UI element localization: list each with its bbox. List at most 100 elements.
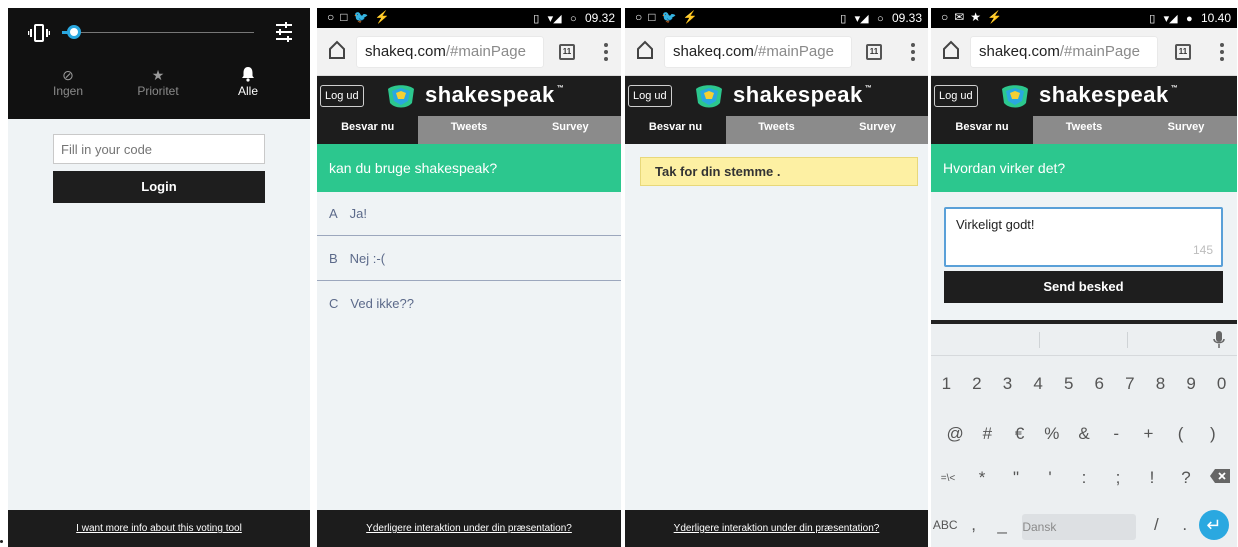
key[interactable]: 7 [1115, 374, 1146, 394]
tab-survey[interactable]: Survey [519, 116, 621, 144]
send-message-button[interactable]: Send besked [944, 271, 1223, 303]
url-path: /#mainPage [445, 43, 526, 60]
vibrate-icon[interactable] [28, 22, 50, 44]
key[interactable]: : [1067, 468, 1101, 490]
url-field[interactable]: shakeq.com/#mainPage [665, 37, 851, 67]
login-button[interactable]: Login [53, 171, 265, 203]
suggestion-separator [1127, 332, 1128, 348]
backspace-icon[interactable] [1203, 468, 1237, 490]
suggestion-separator [1039, 332, 1040, 348]
notification-icons: ○□🐦⚡ [635, 10, 704, 24]
home-icon[interactable] [941, 40, 961, 60]
key[interactable]: & [1068, 424, 1100, 444]
answer-option-c[interactable]: C Ved ikke?? [317, 282, 621, 326]
logout-button[interactable]: Log ud [628, 85, 672, 107]
answer-option-a[interactable]: A Ja! [317, 192, 621, 236]
logout-button[interactable]: Log ud [934, 85, 978, 107]
key[interactable]: @ [939, 424, 971, 444]
volume-slider-thumb[interactable] [66, 25, 81, 39]
mode-priority[interactable]: ★ Prioritet [118, 66, 198, 98]
status-time: 09.32 [584, 11, 615, 25]
tab-answer-now[interactable]: Besvar nu [625, 116, 726, 144]
url-host: shakeq.com [673, 43, 754, 60]
key[interactable]: - [1100, 424, 1132, 444]
keyboard-row-bottom: ABC , _ Dansk / . ↵ [931, 510, 1237, 540]
logout-button[interactable]: Log ud [320, 85, 364, 107]
underscore-key[interactable]: _ [988, 515, 1016, 535]
key[interactable]: ; [1101, 468, 1135, 490]
footer-link[interactable]: Yderligere interaktion under din præsent… [317, 510, 621, 547]
home-icon[interactable] [327, 40, 347, 60]
tab-survey[interactable]: Survey [827, 116, 928, 144]
keyboard-row-symbols: @ # € % & - + ( ) [931, 424, 1237, 444]
overflow-menu-icon[interactable] [910, 41, 916, 63]
key[interactable]: 6 [1084, 374, 1115, 394]
interruption-modes: ⊘ Ingen ★ Prioritet Alle [8, 66, 310, 110]
app-header: Log ud shakespeak ™ [931, 76, 1237, 116]
url-field[interactable]: shakeq.com/#mainPage [357, 37, 543, 67]
key[interactable]: % [1036, 424, 1068, 444]
key[interactable]: ? [1169, 468, 1203, 490]
period-key[interactable]: . [1171, 515, 1199, 535]
key[interactable]: 3 [992, 374, 1023, 394]
tab-answer-now[interactable]: Besvar nu [931, 116, 1033, 144]
tab-tweets[interactable]: Tweets [418, 116, 520, 144]
key[interactable]: 1 [931, 374, 962, 394]
tab-tweets[interactable]: Tweets [726, 116, 827, 144]
vibrate-status-icon: ▯ [1149, 13, 1156, 25]
microphone-icon[interactable] [1213, 331, 1225, 349]
key[interactable]: 5 [1053, 374, 1084, 394]
overflow-menu-icon[interactable] [603, 41, 609, 63]
code-input[interactable] [53, 134, 265, 164]
comma-key[interactable]: , [959, 515, 987, 535]
block-icon: ⊘ [62, 67, 74, 83]
key[interactable]: 0 [1206, 374, 1237, 394]
key[interactable]: ( [1165, 424, 1197, 444]
footer-link[interactable]: I want more info about this voting tool [8, 510, 310, 547]
home-icon[interactable] [635, 40, 655, 60]
abc-key[interactable]: ABC [931, 518, 959, 532]
key[interactable]: " [999, 468, 1033, 490]
tab-switcher-button[interactable]: 11 [559, 44, 575, 60]
more-symbols-key[interactable]: =\< [931, 468, 965, 490]
footer-link[interactable]: Yderligere interaktion under din præsent… [625, 510, 928, 547]
url-field[interactable]: shakeq.com/#mainPage [971, 37, 1157, 67]
key[interactable]: 4 [1023, 374, 1054, 394]
tab-switcher-button[interactable]: 11 [1175, 44, 1191, 60]
bell-icon [208, 66, 288, 84]
mode-all[interactable]: Alle [208, 66, 288, 98]
browser-toolbar: shakeq.com/#mainPage 11 [317, 28, 621, 76]
space-key[interactable]: Dansk [1022, 514, 1137, 540]
status-right: ▯ ▾◢ ○ 09.33 [840, 11, 922, 25]
notification-icons: ○✉★⚡ [941, 10, 1009, 24]
key[interactable]: 9 [1176, 374, 1207, 394]
tab-survey[interactable]: Survey [1135, 116, 1237, 144]
enter-icon[interactable]: ↵ [1198, 510, 1229, 540]
key[interactable]: 8 [1145, 374, 1176, 394]
key[interactable]: 2 [962, 374, 993, 394]
tab-tweets[interactable]: Tweets [1033, 116, 1135, 144]
answer-textarea[interactable]: Virkeligt godt! 145 [944, 207, 1223, 267]
mode-label: Prioritet [137, 84, 179, 98]
key[interactable]: # [971, 424, 1003, 444]
key[interactable]: + [1132, 424, 1164, 444]
wifi-icon: ▾◢ [1163, 13, 1178, 25]
key[interactable]: ! [1135, 468, 1169, 490]
option-text: Ja! [349, 206, 368, 221]
trademark: ™ [1170, 85, 1179, 92]
status-bar: ○✉★⚡ ▯ ▾◢ ● 10.40 [931, 8, 1237, 28]
answer-option-b[interactable]: B Nej :-( [317, 237, 621, 281]
key[interactable]: ' [1033, 468, 1067, 490]
overflow-menu-icon[interactable] [1219, 41, 1225, 63]
volume-slider-track[interactable] [62, 32, 254, 33]
key[interactable]: * [965, 468, 999, 490]
tab-answer-now[interactable]: Besvar nu [317, 116, 419, 144]
key[interactable]: ) [1197, 424, 1229, 444]
tab-switcher-button[interactable]: 11 [866, 44, 882, 60]
url-path: /#mainPage [753, 43, 834, 60]
key[interactable]: € [1003, 424, 1035, 444]
tune-settings-icon[interactable] [274, 21, 294, 43]
mode-none[interactable]: ⊘ Ingen [28, 66, 108, 98]
brand-name: shakespeak ™ [733, 82, 873, 107]
slash-key[interactable]: / [1142, 515, 1170, 535]
